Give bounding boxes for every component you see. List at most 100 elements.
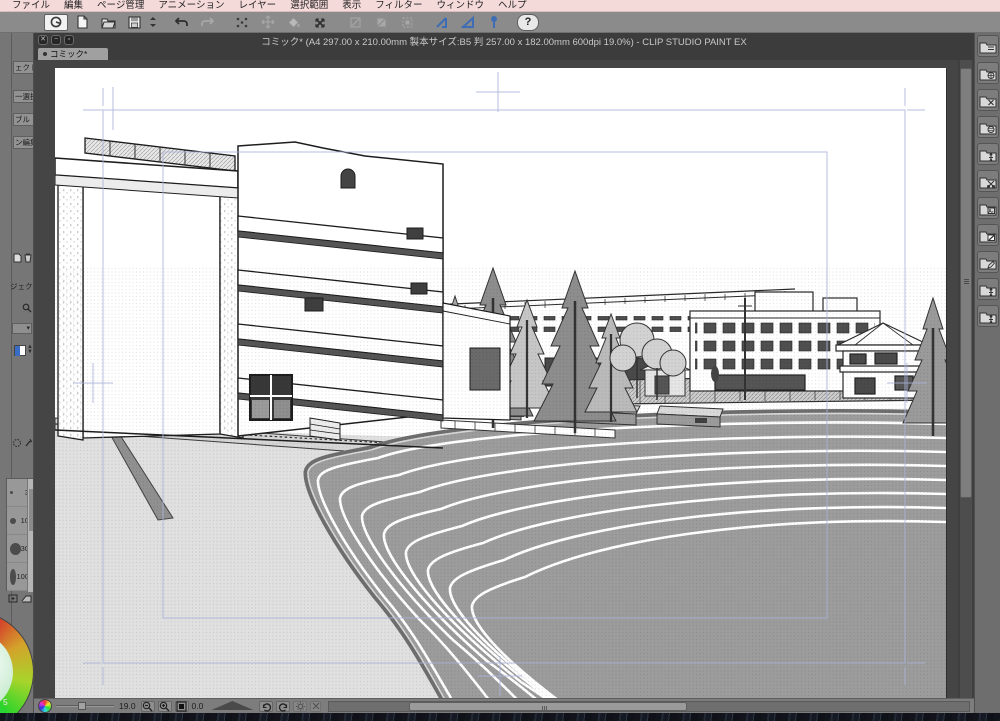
- subtool-tab-sample[interactable]: ブル: [13, 113, 33, 126]
- snap-to-ruler-button[interactable]: [430, 14, 454, 31]
- add-subtool-icon[interactable]: [13, 253, 22, 263]
- command-bar: ?: [0, 12, 1000, 33]
- color-swatch[interactable]: [14, 345, 26, 356]
- delete-size-icon[interactable]: [21, 594, 32, 603]
- rotate-cw-button[interactable]: [276, 700, 291, 712]
- vertical-scrollbar-thumb[interactable]: [960, 68, 972, 498]
- menu-help[interactable]: ヘルプ: [491, 0, 534, 12]
- magnifier-icon[interactable]: [22, 303, 32, 313]
- open-file-button[interactable]: [96, 14, 120, 31]
- zoom-slider-thumb[interactable]: [78, 702, 86, 710]
- zoom-in-button[interactable]: [157, 700, 172, 712]
- material-list-button[interactable]: [977, 35, 999, 57]
- menu-page-manage[interactable]: ページ管理: [90, 0, 151, 12]
- rotate-ccw-button[interactable]: [259, 700, 274, 712]
- open-folder-icon: [100, 16, 116, 29]
- subtool-tab-layer-select[interactable]: 一選択: [13, 90, 33, 103]
- menu-layer[interactable]: レイヤー: [231, 0, 283, 12]
- document-title-bar: ✕ − ▫ コミック* (A4 297.00 x 210.00mm 製本サイズ:…: [34, 33, 974, 48]
- material-draw-button[interactable]: [977, 251, 999, 273]
- clip-studio-logo-button[interactable]: [44, 13, 68, 31]
- snap-triangle-icon: [461, 15, 475, 29]
- convert-layer-button[interactable]: [369, 14, 393, 31]
- zoom-out-button[interactable]: [140, 700, 155, 712]
- zoom-slider[interactable]: [56, 701, 114, 711]
- undo-button[interactable]: [169, 14, 193, 31]
- menu-selection[interactable]: 選択範囲: [283, 0, 335, 12]
- fill-button[interactable]: [282, 14, 306, 31]
- zoom-value: 19.0: [119, 701, 136, 711]
- menu-edit[interactable]: 編集: [57, 0, 90, 12]
- deselect-dots-icon: [235, 16, 249, 29]
- redo-button[interactable]: [195, 14, 219, 31]
- modified-dot-icon: [43, 52, 47, 56]
- clip-studio-logo-icon: [49, 15, 63, 29]
- save-options-spinner[interactable]: [148, 14, 158, 31]
- rotation-slider[interactable]: [211, 701, 254, 711]
- document-tab[interactable]: コミック*: [38, 48, 108, 60]
- deselect-button[interactable]: [230, 14, 254, 31]
- flip-view-button[interactable]: [310, 700, 322, 712]
- help-question-icon: ?: [524, 16, 532, 28]
- frame-border-button[interactable]: [395, 14, 419, 31]
- selection-launcher-button[interactable]: [343, 14, 367, 31]
- subtool-tab-line-edit[interactable]: ン編集: [13, 136, 33, 149]
- swatch-spinner[interactable]: ▲ ▼: [27, 344, 33, 355]
- menu-filter[interactable]: フィルター: [368, 0, 429, 12]
- transform-arrows-icon: [313, 16, 327, 29]
- snap-pin-icon: [489, 15, 499, 29]
- menu-animation[interactable]: アニメーション: [151, 0, 231, 12]
- material-image-button[interactable]: [977, 197, 999, 219]
- material-pose3-button[interactable]: [977, 305, 999, 327]
- color-wheel-tab-icon[interactable]: [38, 699, 52, 713]
- selection-square-icon: [349, 16, 362, 29]
- lasso-icon[interactable]: [12, 438, 22, 448]
- save-disk-icon: [127, 15, 141, 29]
- material-cut-button[interactable]: [977, 170, 999, 192]
- reset-rotation-button[interactable]: [293, 700, 308, 712]
- artwork-scene: [55, 72, 946, 698]
- horizontal-scrollbar-thumb[interactable]: [409, 701, 688, 711]
- snap-to-grid-button[interactable]: [482, 14, 506, 31]
- undo-arrow-icon: [174, 16, 189, 28]
- document-tab-label: コミック*: [50, 49, 88, 59]
- new-file-icon: [76, 15, 89, 29]
- redo-arrow-icon: [200, 16, 215, 28]
- brush-size-list[interactable]: 3 10 30 100: [6, 478, 33, 592]
- canvas-viewport[interactable]: [34, 60, 958, 698]
- add-size-icon[interactable]: [8, 594, 18, 603]
- tool-property-label: ジェクト]: [10, 282, 33, 291]
- move-cross-icon: [261, 15, 275, 29]
- right-palette-dock: [974, 33, 1000, 713]
- canvas-page[interactable]: [55, 68, 946, 698]
- horizontal-scrollbar[interactable]: [328, 700, 970, 712]
- layer-square-icon: [375, 16, 388, 29]
- menu-window[interactable]: ウィンドウ: [430, 0, 492, 12]
- help-button[interactable]: ?: [517, 13, 539, 31]
- canvas-bottom-bar: 19.0 0.0: [34, 698, 974, 713]
- subtool-tab-object[interactable]: ェクト: [13, 61, 33, 74]
- property-dropdown[interactable]: ▾: [12, 323, 32, 334]
- material-image-material-button[interactable]: [977, 116, 999, 138]
- material-pose2-button[interactable]: [977, 278, 999, 300]
- menu-view[interactable]: 表示: [335, 0, 368, 12]
- save-file-button[interactable]: [122, 14, 146, 31]
- trash-icon[interactable]: [24, 253, 32, 263]
- brush-size-scrollbar[interactable]: [27, 479, 33, 592]
- spinner-arrows-icon: [149, 16, 157, 28]
- menu-file[interactable]: ファイル: [5, 0, 57, 12]
- wand-icon[interactable]: [24, 438, 33, 448]
- desktop-background-strip: [0, 713, 1000, 721]
- material-color-pattern-button[interactable]: [977, 62, 999, 84]
- material-monochrome-button[interactable]: [977, 89, 999, 111]
- material-pose-button[interactable]: [977, 143, 999, 165]
- move-layer-button[interactable]: [256, 14, 280, 31]
- paint-bucket-icon: [287, 16, 301, 29]
- vertical-scrollbar[interactable]: [958, 60, 974, 698]
- material-edit-button[interactable]: [977, 224, 999, 246]
- fit-to-screen-button[interactable]: [174, 700, 189, 712]
- snap-to-special-ruler-button[interactable]: [456, 14, 480, 31]
- scale-rotate-button[interactable]: [308, 14, 332, 31]
- left-palette-strip: ェクト 一選択 ブル ン編集 ジェクト] ▾ ▲▼ 3 10 30 100 5: [0, 33, 34, 713]
- new-file-button[interactable]: [70, 14, 94, 31]
